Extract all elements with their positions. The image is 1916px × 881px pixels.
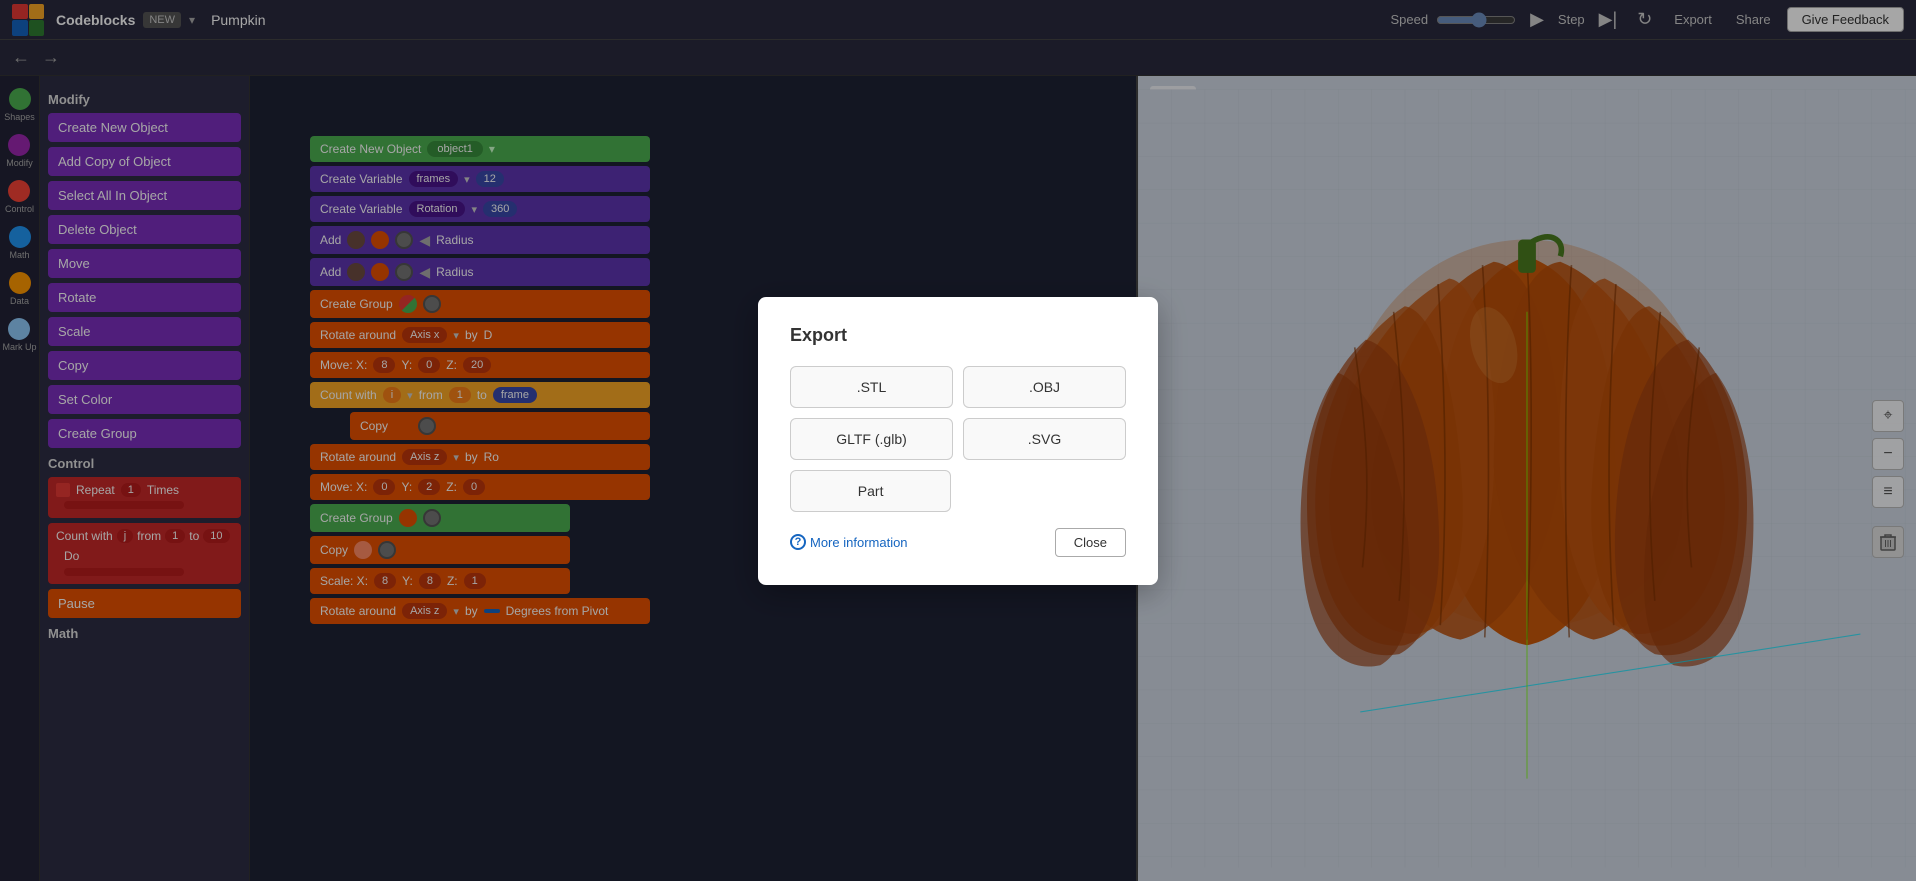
export-svg-button[interactable]: .SVG <box>963 418 1126 460</box>
more-info-text: More information <box>810 535 908 550</box>
export-modal: Export .STL .OBJ GLTF (.glb) .SVG Part ?… <box>758 297 1158 585</box>
export-gltf-button[interactable]: GLTF (.glb) <box>790 418 953 460</box>
modal-overlay[interactable]: Export .STL .OBJ GLTF (.glb) .SVG Part ?… <box>0 0 1916 881</box>
export-stl-button[interactable]: .STL <box>790 366 953 408</box>
format-buttons-grid: .STL .OBJ GLTF (.glb) .SVG <box>790 366 1126 460</box>
close-modal-button[interactable]: Close <box>1055 528 1126 557</box>
more-info-link[interactable]: ? More information <box>790 534 908 550</box>
info-icon: ? <box>790 534 806 550</box>
modal-title: Export <box>790 325 1126 346</box>
export-part-button[interactable]: Part <box>790 470 951 512</box>
export-obj-button[interactable]: .OBJ <box>963 366 1126 408</box>
modal-footer: ? More information Close <box>790 528 1126 557</box>
